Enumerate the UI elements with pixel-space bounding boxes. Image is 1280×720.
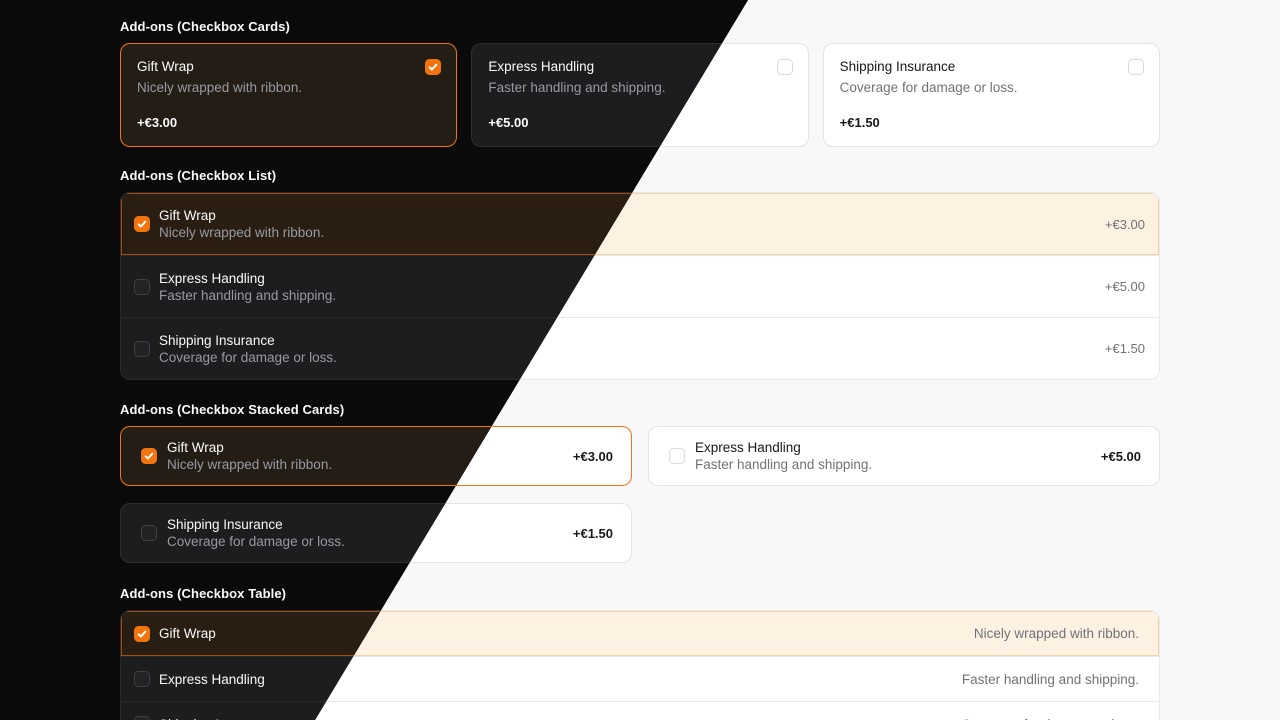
- shipping-insurance-checkbox-icon[interactable]: [134, 716, 150, 720]
- addon-title: Gift Wrap: [137, 58, 440, 75]
- addon-title: Express Handling: [159, 671, 265, 688]
- express-handling-checkbox-icon[interactable]: [134, 671, 150, 687]
- gift-wrap-checkbox-checked-icon[interactable]: [134, 216, 150, 232]
- express-handling-checkbox-icon[interactable]: [777, 59, 793, 75]
- shipping-insurance-checkbox-icon[interactable]: [134, 341, 150, 357]
- row-text: Gift Wrap Nicely wrapped with ribbon.: [159, 207, 324, 241]
- addon-description: Faster handling and shipping.: [962, 672, 1139, 687]
- gift-wrap-checkbox-checked-icon[interactable]: [425, 59, 441, 75]
- addon-description: Nicely wrapped with ribbon.: [167, 456, 332, 473]
- addon-description: Coverage for damage or loss.: [961, 717, 1139, 720]
- express-handling-checkbox-icon[interactable]: [669, 448, 685, 464]
- addon-price: +€1.50: [573, 526, 613, 541]
- addon-description: Coverage for damage or loss.: [840, 79, 1143, 96]
- addon-title: Gift Wrap: [159, 207, 324, 224]
- theme-split-stage: Add-ons (Checkbox Cards) Gift Wrap Nicel…: [0, 0, 1280, 720]
- row-text: Shipping Insurance Coverage for damage o…: [159, 332, 337, 366]
- gift-wrap-checkbox-checked-icon[interactable]: [141, 448, 157, 464]
- express-handling-checkbox-icon[interactable]: [134, 279, 150, 295]
- addon-title: Gift Wrap: [159, 625, 216, 642]
- addon-card-shipping-insurance[interactable]: Shipping Insurance Coverage for damage o…: [823, 43, 1160, 147]
- addon-description: Coverage for damage or loss.: [167, 533, 345, 550]
- checkmark-icon: [139, 222, 146, 227]
- addon-title: Shipping Insurance: [159, 332, 337, 349]
- addon-price: +€5.00: [1105, 279, 1145, 294]
- addon-description: Nicely wrapped with ribbon.: [974, 626, 1139, 641]
- checkmark-icon: [146, 454, 153, 459]
- addon-title: Gift Wrap: [167, 439, 332, 456]
- row-text: Express Handling Faster handling and shi…: [695, 439, 872, 473]
- stacked-card-express-handling[interactable]: Express Handling Faster handling and shi…: [648, 426, 1160, 486]
- addon-title: Shipping Insurance: [159, 716, 275, 720]
- shipping-insurance-checkbox-icon[interactable]: [141, 525, 157, 541]
- addon-price: +€1.50: [1105, 341, 1145, 356]
- addon-price: +€3.00: [573, 449, 613, 464]
- shipping-insurance-checkbox-icon[interactable]: [1128, 59, 1144, 75]
- addon-card-gift-wrap[interactable]: Gift Wrap Nicely wrapped with ribbon. +€…: [120, 43, 457, 147]
- addon-description: Nicely wrapped with ribbon.: [137, 79, 440, 96]
- addon-price: +€3.00: [1105, 217, 1145, 232]
- addon-price: +€1.50: [840, 115, 1143, 130]
- checkmark-icon: [139, 631, 146, 636]
- addon-title: Shipping Insurance: [167, 516, 345, 533]
- addon-price: +€3.00: [137, 115, 440, 130]
- addon-price: +€5.00: [1101, 449, 1141, 464]
- checkmark-icon: [430, 65, 437, 70]
- addon-title: Express Handling: [695, 439, 872, 456]
- addon-description: Faster handling and shipping.: [159, 287, 336, 304]
- addon-description: Nicely wrapped with ribbon.: [159, 224, 324, 241]
- addon-description: Coverage for damage or loss.: [159, 349, 337, 366]
- addon-description: Faster handling and shipping.: [695, 456, 872, 473]
- row-text: Gift Wrap Nicely wrapped with ribbon.: [167, 439, 332, 473]
- row-text: Shipping Insurance Coverage for damage o…: [167, 516, 345, 550]
- addon-title: Express Handling: [159, 270, 336, 287]
- gift-wrap-checkbox-checked-icon[interactable]: [134, 626, 150, 642]
- row-text: Express Handling Faster handling and shi…: [159, 270, 336, 304]
- addon-title: Shipping Insurance: [840, 58, 1143, 75]
